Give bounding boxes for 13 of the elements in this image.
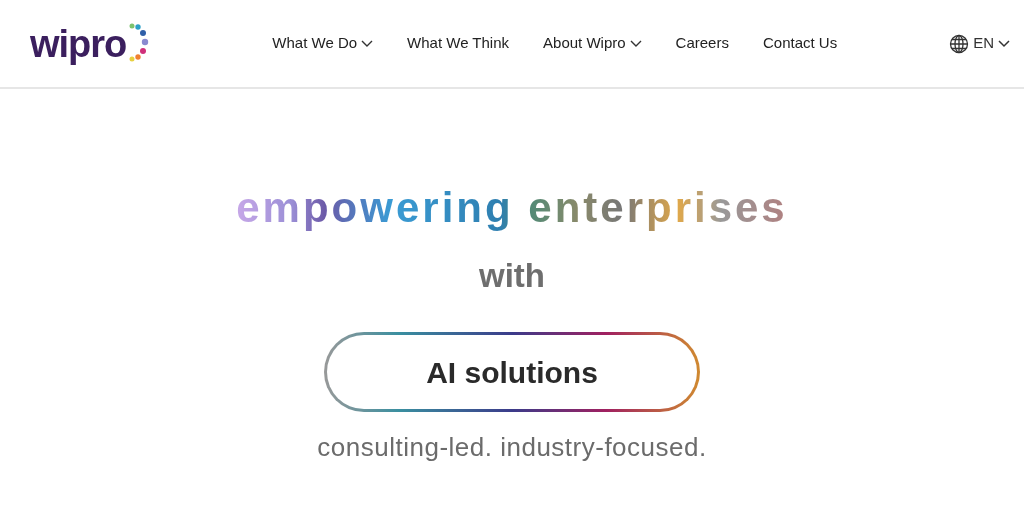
hero-connector-text: with — [479, 259, 545, 293]
language-selector[interactable]: EN — [949, 32, 1010, 55]
tagline: consulting-led. industry-focused. — [317, 431, 707, 465]
nav-link[interactable]: What We Think — [407, 32, 510, 55]
nav-link[interactable]: Careers — [675, 32, 729, 55]
chevron-down-icon — [998, 39, 1010, 48]
chevron-down-icon — [361, 39, 374, 48]
globe-icon — [949, 33, 970, 54]
nav-link[interactable]: About Wipro — [543, 32, 642, 55]
nav-link[interactable]: What We Do — [272, 32, 374, 55]
nav-link[interactable]: Contact Us — [762, 32, 838, 55]
logo[interactable]: wipro — [30, 24, 127, 63]
chevron-down-icon — [629, 39, 642, 48]
